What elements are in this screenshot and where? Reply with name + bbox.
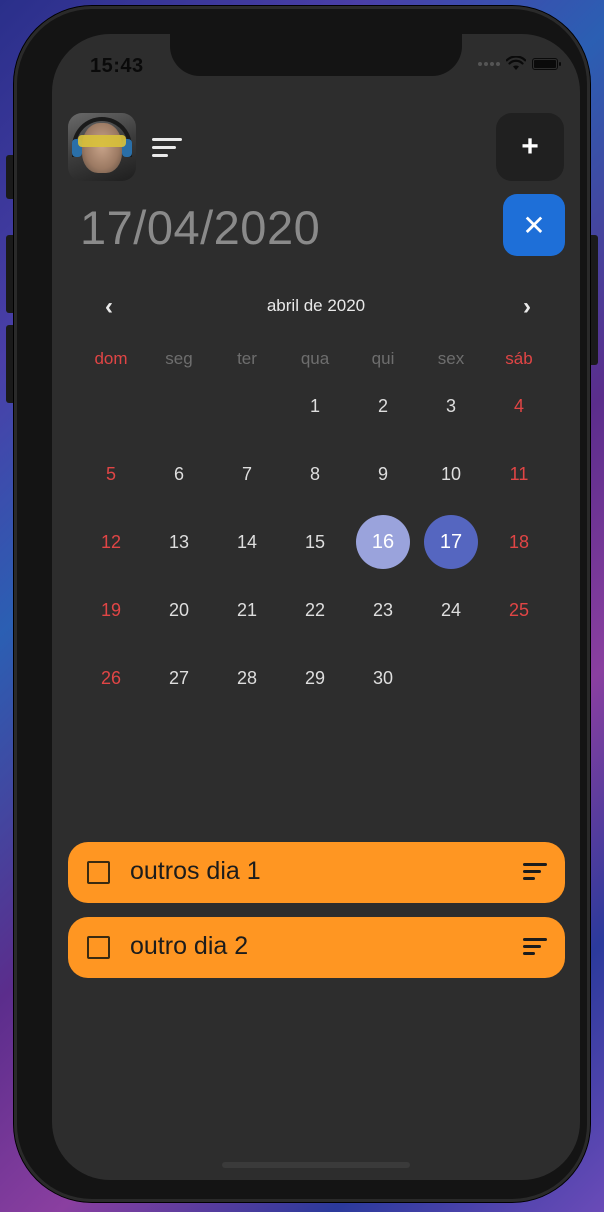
task-checkbox[interactable]: [87, 861, 110, 884]
home-indicator[interactable]: [222, 1162, 410, 1168]
weekday-label: seg: [165, 349, 193, 368]
weekday-label: dom: [94, 349, 128, 368]
weekday-label: ter: [237, 349, 257, 368]
calendar-day[interactable]: 14: [220, 515, 274, 569]
calendar-day[interactable]: 26: [84, 651, 138, 705]
calendar-day[interactable]: 23: [356, 583, 410, 637]
calendar-day[interactable]: 11: [492, 447, 546, 501]
calendar-day[interactable]: 9: [356, 447, 410, 501]
sort-lines-icon[interactable]: [523, 938, 549, 958]
wifi-icon: [506, 56, 526, 70]
calendar-day[interactable]: 13: [152, 515, 206, 569]
selected-date-title: 17/04/2020: [80, 201, 321, 254]
selected-day[interactable]: 17: [424, 515, 478, 569]
calendar-day[interactable]: 27: [152, 651, 206, 705]
calendar-day[interactable]: 30: [356, 651, 410, 705]
app-screen: 15:43 + 17/04/2020 ✕ ‹ abril de 2020 › d…: [52, 34, 580, 1180]
task-label: outros dia 1: [130, 857, 261, 885]
phone-frame: 15:43 + 17/04/2020 ✕ ‹ abril de 2020 › d…: [14, 6, 590, 1202]
calendar-day[interactable]: 18: [492, 515, 546, 569]
calendar-day[interactable]: 1: [288, 379, 342, 433]
weekday-label: sex: [437, 349, 465, 368]
calendar-day[interactable]: 6: [152, 447, 206, 501]
task-item[interactable]: outros dia 1: [68, 842, 565, 903]
status-indicators: [478, 56, 561, 71]
sort-lines-icon[interactable]: [523, 863, 549, 883]
calendar-day[interactable]: 22: [288, 583, 342, 637]
status-time: 15:43: [90, 55, 144, 77]
calendar-day[interactable]: 5: [84, 447, 138, 501]
close-calendar-button[interactable]: ✕: [503, 194, 565, 256]
calendar-day[interactable]: 3: [424, 379, 478, 433]
task-label: outro dia 2: [130, 932, 249, 960]
calendar-day[interactable]: 20: [152, 583, 206, 637]
add-task-button[interactable]: +: [496, 113, 564, 181]
calendar-day[interactable]: 12: [84, 515, 138, 569]
calendar-day[interactable]: 10: [424, 447, 478, 501]
sort-lines-icon[interactable]: [152, 138, 182, 160]
calendar-day[interactable]: 25: [492, 583, 546, 637]
calendar-day[interactable]: 24: [424, 583, 478, 637]
calendar-day[interactable]: 15: [288, 515, 342, 569]
month-label: abril de 2020: [266, 296, 366, 315]
calendar-day[interactable]: 29: [288, 651, 342, 705]
notch: [170, 34, 462, 76]
calendar-day[interactable]: 28: [220, 651, 274, 705]
calendar-header: ‹ abril de 2020 ›: [92, 292, 540, 322]
battery-icon: [532, 57, 561, 70]
calendar-day[interactable]: 2: [356, 379, 410, 433]
next-month-button[interactable]: ›: [512, 292, 542, 322]
calendar-day[interactable]: 4: [492, 379, 546, 433]
calendar-day[interactable]: 19: [84, 583, 138, 637]
task-checkbox[interactable]: [87, 936, 110, 959]
user-avatar[interactable]: [68, 113, 136, 181]
weekday-label: sáb: [505, 349, 533, 368]
task-item[interactable]: outro dia 2: [68, 917, 565, 978]
signal-icon: [478, 61, 500, 66]
calendar-day[interactable]: 8: [288, 447, 342, 501]
calendar-day[interactable]: 7: [220, 447, 274, 501]
today-day[interactable]: 16: [356, 515, 410, 569]
weekday-row: dom seg ter qua qui sex sáb: [77, 349, 553, 371]
weekday-label: qui: [371, 349, 395, 368]
weekday-label: qua: [300, 349, 330, 368]
calendar-day[interactable]: 21: [220, 583, 274, 637]
